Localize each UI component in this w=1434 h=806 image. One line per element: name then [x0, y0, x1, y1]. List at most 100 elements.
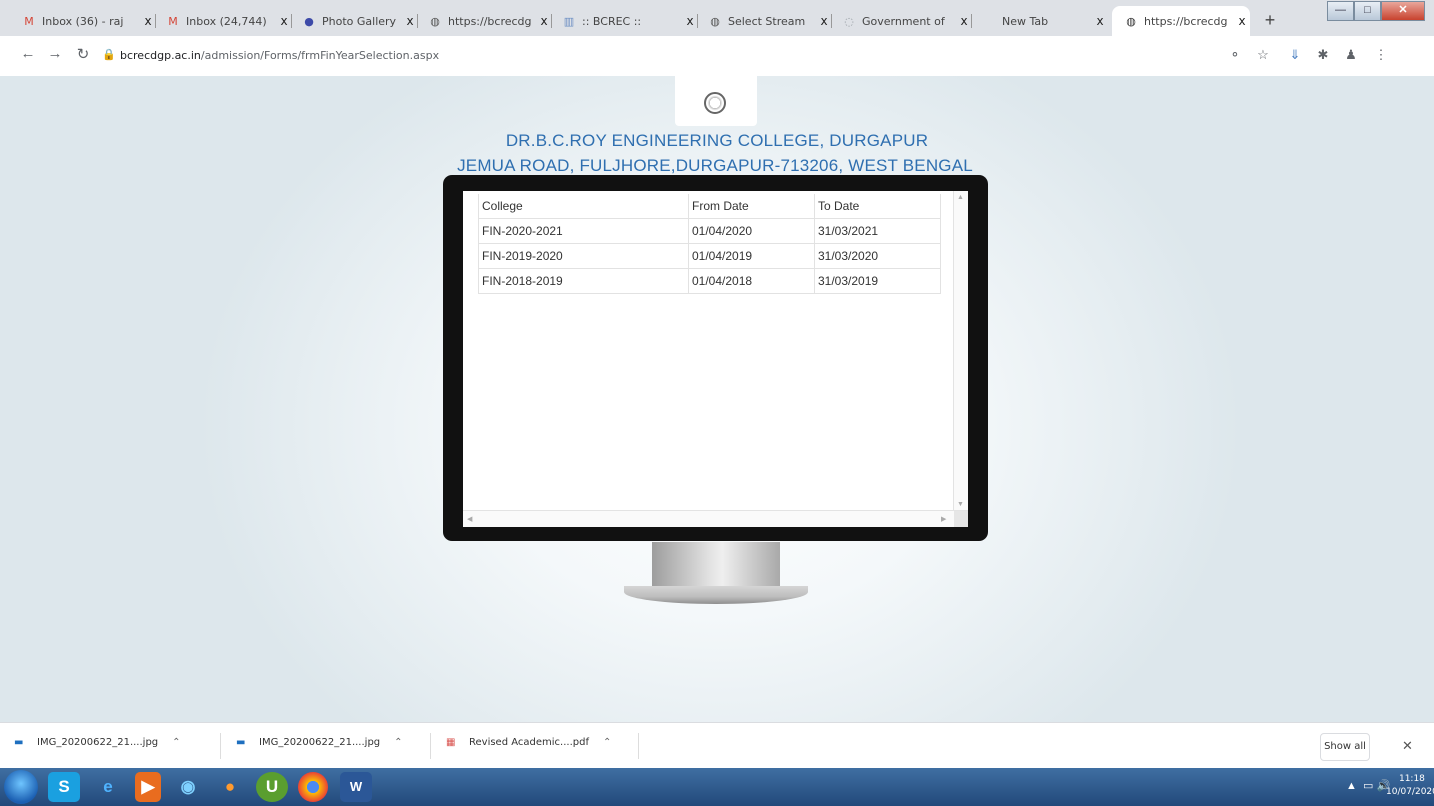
cell-year[interactable]: FIN-2020-2021	[478, 218, 689, 244]
cell-year[interactable]: FIN-2019-2020	[478, 243, 689, 269]
clock-time: 11:18	[1398, 774, 1425, 784]
reload-icon[interactable]: ↻	[73, 45, 93, 63]
tab-title: Government of	[862, 14, 945, 28]
browser-tab-strip: M Inbox (36) - raj x M Inbox (24,744) x ● Photo…	[0, 0, 1434, 36]
image-file-icon: ▬	[14, 737, 24, 748]
tab-divider	[697, 14, 698, 28]
tab-title: https://bcrecdg	[448, 14, 532, 28]
chevron-up-icon[interactable]: ⌃	[172, 737, 180, 748]
lock-icon[interactable]: 🔒	[102, 48, 116, 61]
tab-close-icon[interactable]: x	[276, 14, 292, 28]
table-row[interactable]: FIN-2018-2019 01/04/2018 31/03/2019	[478, 268, 941, 294]
college-seal-icon	[704, 92, 726, 114]
download-filename: IMG_20200622_21....jpg	[37, 737, 159, 748]
browser-tab[interactable]: ◍ https://bcrecdg x	[1112, 6, 1250, 36]
tab-close-icon[interactable]: x	[402, 14, 418, 28]
tab-title: Inbox (24,744)	[186, 14, 267, 28]
minimize-button[interactable]: —	[1327, 1, 1354, 21]
tab-title: Inbox (36) - raj	[42, 14, 124, 28]
tab-divider	[155, 14, 156, 28]
emblem-icon: ◌	[844, 14, 854, 28]
browser-tab[interactable]: New Tab x	[976, 6, 1108, 36]
window-controls: — □ ✕	[1327, 1, 1425, 21]
skype-icon[interactable]: S	[48, 772, 80, 802]
horizontal-scrollbar[interactable]: ◀ ▶	[463, 510, 968, 527]
globe-icon: ◍	[1126, 14, 1136, 28]
close-icon[interactable]: ✕	[1402, 738, 1413, 754]
table-row[interactable]: FIN-2020-2021 01/04/2020 31/03/2021	[478, 218, 941, 244]
table-row[interactable]: FIN-2019-2020 01/04/2019 31/03/2020	[478, 243, 941, 269]
image-file-icon: ▬	[236, 737, 246, 748]
tab-close-icon[interactable]: x	[956, 14, 972, 28]
system-tray-icons[interactable]: ▲ ▭ 🔊	[1346, 779, 1390, 792]
url-path: /admission/Forms/frmFinYearSelection.asp…	[200, 49, 440, 62]
taskbar-clock[interactable]: 11:18 10/07/2020	[1386, 773, 1434, 799]
browser-tab[interactable]: M Inbox (24,744) x	[160, 6, 292, 36]
windows-start-icon[interactable]	[4, 770, 38, 804]
back-arrow-icon[interactable]: ←	[18, 45, 38, 62]
browser-tab[interactable]: M Inbox (36) - raj x	[16, 6, 156, 36]
tab-title: New Tab	[1002, 14, 1049, 28]
scroll-down-arrow-icon[interactable]: ▼	[957, 501, 964, 508]
internet-explorer-icon[interactable]: e	[92, 772, 124, 802]
download-item[interactable]: ▬ IMG_20200622_21....jpg ⌃	[14, 737, 181, 748]
tab-divider	[291, 14, 292, 28]
college-logo	[675, 76, 757, 126]
cell-from-date: 01/04/2019	[688, 243, 815, 269]
chevron-up-icon[interactable]: ⌃	[603, 737, 611, 748]
browser-tab[interactable]: ◍ Select Stream x	[702, 6, 832, 36]
key-icon[interactable]: ⚬	[1226, 47, 1244, 63]
tab-close-icon[interactable]: x	[816, 14, 832, 28]
monitor-base	[624, 586, 808, 604]
divider	[638, 733, 639, 759]
profile-avatar-icon[interactable]: ♟	[1342, 47, 1360, 63]
scroll-up-arrow-icon[interactable]: ▲	[957, 194, 964, 201]
extensions-puzzle-icon[interactable]: ✱	[1314, 47, 1332, 63]
tab-divider	[971, 14, 972, 28]
cell-to-date: 31/03/2020	[814, 243, 941, 269]
tab-close-icon[interactable]: x	[682, 14, 698, 28]
table-header-row: College From Date To Date	[478, 194, 941, 219]
browser-tab[interactable]: ▥:: BCREC :: x	[556, 6, 698, 36]
globe-icon: ◍	[710, 14, 720, 28]
tab-close-icon[interactable]: x	[536, 14, 552, 28]
star-bookmark-icon[interactable]: ☆	[1254, 47, 1272, 63]
tab-close-icon[interactable]: x	[1234, 14, 1250, 28]
fin-year-table: College From Date To Date FIN-2020-2021 …	[478, 194, 941, 294]
utorrent-icon[interactable]: U	[256, 772, 288, 802]
word-icon[interactable]: W	[340, 772, 372, 802]
firefox-icon[interactable]: ●	[214, 772, 246, 802]
download-item[interactable]: ▬ IMG_20200622_21....jpg ⌃	[236, 737, 403, 748]
scroll-right-arrow-icon[interactable]: ▶	[941, 515, 946, 523]
pictures-app-icon[interactable]: ◉	[172, 772, 204, 802]
divider	[430, 733, 431, 759]
maximize-button[interactable]: □	[1354, 1, 1381, 21]
scroll-left-arrow-icon[interactable]: ◀	[467, 515, 472, 523]
cell-year[interactable]: FIN-2018-2019	[478, 268, 689, 294]
browser-tab[interactable]: ◌ Government of x	[836, 6, 972, 36]
tab-close-icon[interactable]: x	[1092, 14, 1108, 28]
blank-favicon	[982, 14, 996, 28]
vertical-scrollbar[interactable]: ▲ ▼	[953, 191, 968, 511]
windows-taskbar: S e ▶ ◉ ● U W ▲ ▭ 🔊 11:18 10/07/2020	[0, 768, 1434, 806]
forward-arrow-icon[interactable]: →	[45, 45, 65, 62]
column-header-from-date: From Date	[688, 194, 815, 219]
monitor-stand	[652, 542, 780, 588]
download-item[interactable]: ▦ Revised Academic....pdf ⌃	[446, 737, 611, 748]
tab-close-icon[interactable]: x	[140, 14, 156, 28]
chevron-up-icon[interactable]: ⌃	[394, 737, 402, 748]
cell-to-date: 31/03/2019	[814, 268, 941, 294]
download-extension-icon[interactable]: ⇓	[1286, 47, 1304, 63]
window-close-button[interactable]: ✕	[1381, 1, 1425, 21]
browser-tab[interactable]: ◍ https://bcrecdg x	[422, 6, 552, 36]
show-all-button[interactable]: Show all	[1320, 733, 1370, 761]
tab-divider	[831, 14, 832, 28]
media-player-icon[interactable]: ▶	[135, 772, 161, 802]
chrome-icon[interactable]	[298, 772, 328, 802]
tab-title: Select Stream	[728, 14, 806, 28]
column-header-college: College	[478, 194, 689, 219]
kebab-menu-icon[interactable]: ⋮	[1372, 47, 1390, 63]
address-bar[interactable]: bcrecdgp.ac.in/admission/Forms/frmFinYea…	[120, 49, 439, 62]
new-tab-button[interactable]: +	[1258, 10, 1282, 32]
browser-tab[interactable]: ● Photo Gallery x	[296, 6, 418, 36]
